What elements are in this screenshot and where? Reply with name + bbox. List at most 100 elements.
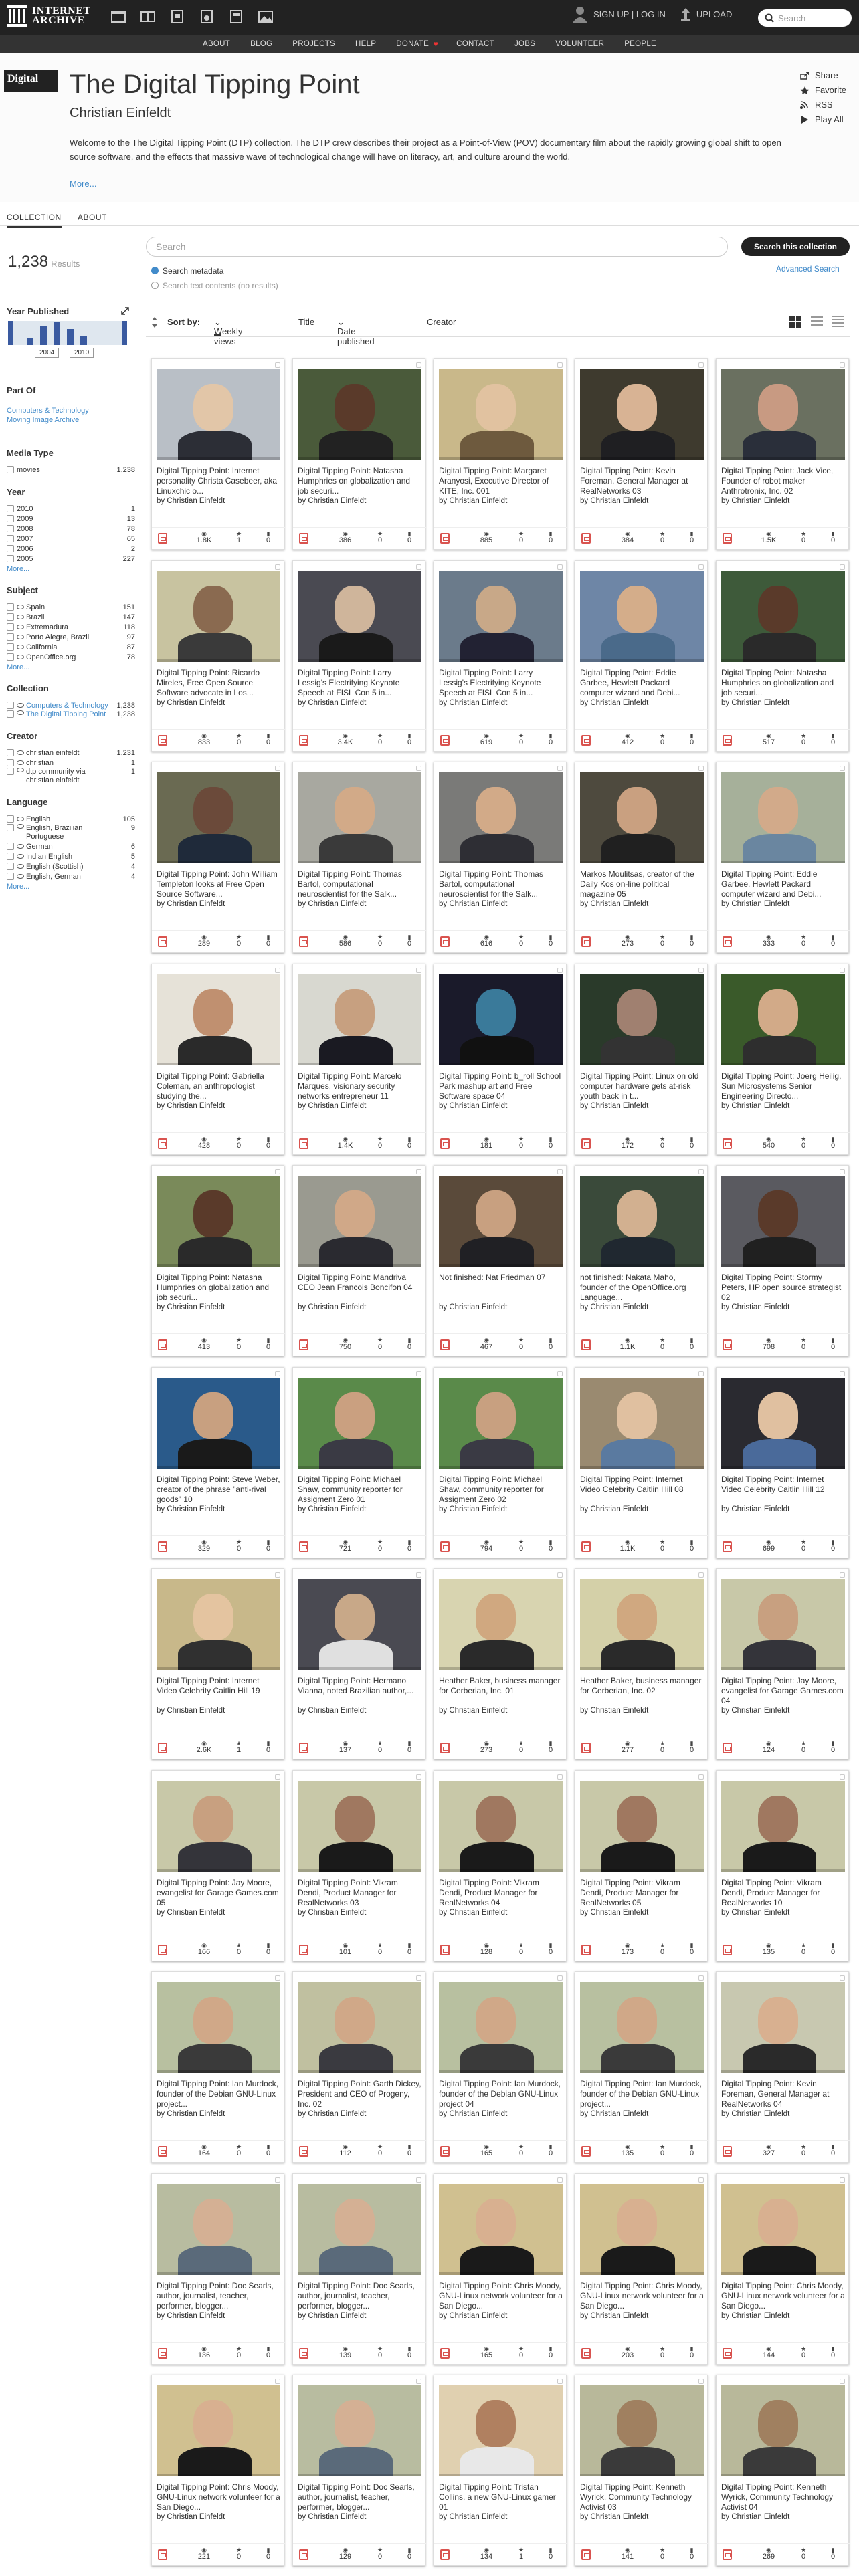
video-thumbnail[interactable] xyxy=(439,974,563,1065)
collection-search-input[interactable]: Search xyxy=(146,237,728,257)
result-card[interactable]: Digital Tipping Point: Joerg Heilig, Sun… xyxy=(716,964,850,1155)
hide-facet-icon[interactable] xyxy=(17,625,24,629)
select-checkbox[interactable] xyxy=(416,2379,421,2384)
select-checkbox[interactable] xyxy=(275,564,280,570)
card-title[interactable]: Digital Tipping Point: Chris Moody, GNU-… xyxy=(721,2281,846,2312)
facet-option[interactable]: christian einfeldt 1,231 xyxy=(7,748,135,758)
internet-archive-logo[interactable]: INTERNET ARCHIVE xyxy=(5,4,91,28)
video-thumbnail[interactable] xyxy=(157,1982,280,2073)
card-title[interactable]: Digital Tipping Point: Garth Dickey, Pre… xyxy=(298,2079,422,2110)
video-thumbnail[interactable] xyxy=(298,1378,421,1469)
result-card[interactable]: Digital Tipping Point: Marcelo Marques, … xyxy=(292,964,426,1155)
card-title[interactable]: Digital Tipping Point: Mandriva CEO Jean… xyxy=(298,1273,422,1303)
card-title[interactable]: Digital Tipping Point: Vikram Dendi, Pro… xyxy=(298,1878,422,1909)
tab-collection[interactable]: COLLECTION xyxy=(7,213,62,228)
video-thumbnail[interactable] xyxy=(721,2184,845,2275)
facet-option[interactable]: Porto Alegre, Brazil 97 xyxy=(7,632,135,642)
images-icon[interactable] xyxy=(256,7,276,27)
card-title[interactable]: Digital Tipping Point: Internet Video Ce… xyxy=(580,1475,704,1505)
video-thumbnail[interactable] xyxy=(157,1378,280,1469)
description-more-link[interactable]: More... xyxy=(70,179,96,189)
card-title[interactable]: Digital Tipping Point: Ian Murdock, foun… xyxy=(157,2079,281,2110)
card-title[interactable]: Digital Tipping Point: Natasha Humphries… xyxy=(298,466,422,497)
select-checkbox[interactable] xyxy=(840,766,845,771)
card-title[interactable]: Digital Tipping Point: Michael Shaw, com… xyxy=(298,1475,422,1505)
video-thumbnail[interactable] xyxy=(580,1781,704,1872)
card-title[interactable]: Digital Tipping Point: Doc Searls, autho… xyxy=(298,2482,422,2513)
select-checkbox[interactable] xyxy=(275,1975,280,1981)
select-checkbox[interactable] xyxy=(840,1572,845,1578)
hide-facet-icon[interactable] xyxy=(17,750,24,755)
result-card[interactable]: Digital Tipping Point: Larry Lessig's El… xyxy=(292,560,426,752)
video-thumbnail[interactable] xyxy=(721,1176,845,1267)
result-card[interactable]: Heather Baker, business manager for Cerb… xyxy=(575,1568,708,1759)
select-checkbox[interactable] xyxy=(698,2177,704,2183)
select-checkbox[interactable] xyxy=(416,1774,421,1780)
facet-option[interactable]: Extremadura 118 xyxy=(7,622,135,632)
video-thumbnail[interactable] xyxy=(580,1579,704,1670)
select-checkbox[interactable] xyxy=(840,1371,845,1376)
video-thumbnail[interactable] xyxy=(721,1378,845,1469)
video-thumbnail[interactable] xyxy=(721,1579,845,1670)
hide-facet-icon[interactable] xyxy=(17,635,24,639)
result-card[interactable]: Digital Tipping Point: Internet Video Ce… xyxy=(716,1367,850,1558)
hide-facet-icon[interactable] xyxy=(17,645,24,649)
result-card[interactable]: Digital Tipping Point: Natasha Humphries… xyxy=(292,358,426,550)
card-title[interactable]: Digital Tipping Point: Kevin Foreman, Ge… xyxy=(721,2079,846,2110)
video-thumbnail[interactable] xyxy=(721,2385,845,2476)
hide-facet-icon[interactable] xyxy=(17,605,24,609)
result-card[interactable]: Digital Tipping Point: Kevin Foreman, Ge… xyxy=(716,1971,850,2163)
year-histogram[interactable] xyxy=(8,321,127,345)
facet-checkbox[interactable] xyxy=(7,603,14,611)
facet-option[interactable]: English, German 4 xyxy=(7,871,135,881)
facet-more-link[interactable]: More... xyxy=(7,565,135,573)
video-thumbnail[interactable] xyxy=(580,1176,704,1267)
result-card[interactable]: Digital Tipping Point: Vikram Dendi, Pro… xyxy=(434,1770,567,1961)
video-thumbnail[interactable] xyxy=(439,772,563,863)
facet-checkbox[interactable] xyxy=(7,505,14,512)
select-checkbox[interactable] xyxy=(557,1774,563,1780)
video-thumbnail[interactable] xyxy=(721,369,845,460)
facet-checkbox[interactable] xyxy=(7,653,14,661)
select-checkbox[interactable] xyxy=(275,2177,280,2183)
hide-facet-icon[interactable] xyxy=(17,768,24,772)
result-card[interactable]: Digital Tipping Point: Jay Moore, evange… xyxy=(716,1568,850,1759)
facet-option[interactable]: 2008 78 xyxy=(7,524,135,534)
card-title[interactable]: Digital Tipping Point: Linux on old comp… xyxy=(580,1071,704,1102)
video-thumbnail[interactable] xyxy=(580,772,704,863)
video-thumbnail[interactable] xyxy=(439,369,563,460)
result-card[interactable]: Digital Tipping Point: Thomas Bartol, co… xyxy=(292,762,426,953)
part-of-link[interactable]: Moving Image Archive xyxy=(7,415,135,425)
video-thumbnail[interactable] xyxy=(580,2385,704,2476)
hide-facet-icon[interactable] xyxy=(17,844,24,849)
select-checkbox[interactable] xyxy=(840,968,845,973)
card-title[interactable]: Digital Tipping Point: Margaret Aranyosi… xyxy=(439,466,563,497)
video-thumbnail[interactable] xyxy=(580,1982,704,2073)
result-card[interactable]: Digital Tipping Point: Steve Weber, crea… xyxy=(151,1367,285,1558)
year-range-start[interactable]: 2004 xyxy=(35,348,60,358)
video-thumbnail[interactable] xyxy=(439,1982,563,2073)
video-thumbnail[interactable] xyxy=(721,1781,845,1872)
facet-more-link[interactable]: More... xyxy=(7,883,135,891)
select-checkbox[interactable] xyxy=(416,1975,421,1981)
video-thumbnail[interactable] xyxy=(721,772,845,863)
audio-icon[interactable] xyxy=(197,7,217,27)
facet-checkbox[interactable] xyxy=(7,873,14,880)
facet-checkbox[interactable] xyxy=(7,768,14,775)
result-card[interactable]: Digital Tipping Point: Garth Dickey, Pre… xyxy=(292,1971,426,2163)
card-title[interactable]: Digital Tipping Point: Stormy Peters, HP… xyxy=(721,1273,846,1303)
result-card[interactable]: Digital Tipping Point: Natasha Humphries… xyxy=(716,560,850,752)
video-thumbnail[interactable] xyxy=(580,2184,704,2275)
video-thumbnail[interactable] xyxy=(298,2385,421,2476)
result-card[interactable]: Digital Tipping Point: Michael Shaw, com… xyxy=(292,1367,426,1558)
video-thumbnail[interactable] xyxy=(157,2184,280,2275)
video-icon[interactable] xyxy=(167,7,187,27)
facet-checkbox[interactable] xyxy=(7,843,14,850)
select-checkbox[interactable] xyxy=(557,968,563,973)
card-title[interactable]: Digital Tipping Point: Larry Lessig's El… xyxy=(439,668,563,699)
card-title[interactable]: Digital Tipping Point: Ian Murdock, foun… xyxy=(580,2079,704,2110)
subnav-contact[interactable]: CONTACT xyxy=(446,35,504,53)
facet-option[interactable]: Indian English 5 xyxy=(7,851,135,861)
facet-option[interactable]: Brazil 147 xyxy=(7,612,135,622)
result-card[interactable]: Digital Tipping Point: Gabriella Coleman… xyxy=(151,964,285,1155)
